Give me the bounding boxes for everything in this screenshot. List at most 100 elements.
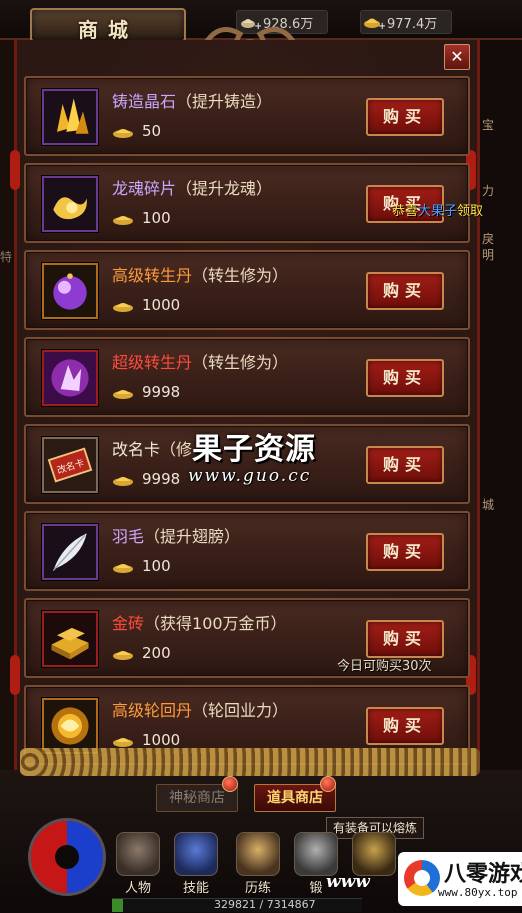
armor-icon xyxy=(236,832,280,876)
exp-text: 329821 / 7314867 xyxy=(214,898,316,911)
menu-label: 技能 xyxy=(182,881,209,896)
exp-bar-fill xyxy=(112,899,124,912)
buy-button[interactable]: 购买 xyxy=(366,620,444,658)
buy-button[interactable]: 购买 xyxy=(366,446,444,484)
item-price-value: 9998 xyxy=(142,470,181,488)
gold-ingot-icon xyxy=(112,472,134,486)
shop-item: 高级转生丹（转生修为） 1000 购买 xyxy=(24,250,470,330)
shop-item: 铸造晶石（提升铸造） 50 购买 xyxy=(24,76,470,156)
gold-ingot-icon xyxy=(112,385,134,399)
close-button[interactable]: ✕ xyxy=(444,44,470,70)
item-icon-frame xyxy=(42,611,98,667)
item-name: 超级转生丹（转生修为） xyxy=(112,353,289,372)
item-price: 100 xyxy=(112,557,171,575)
site-logo-icon xyxy=(404,860,440,896)
gold-ingot-icon xyxy=(112,124,134,138)
item-price: 200 xyxy=(112,644,171,662)
daily-limit-text: 今日可购买30次 xyxy=(337,659,432,674)
item-price-value: 100 xyxy=(142,557,171,575)
buy-button[interactable]: 购买 xyxy=(366,533,444,571)
gold-ingot-icon xyxy=(112,733,134,747)
item-price-value: 9998 xyxy=(142,383,181,401)
item-icon-frame xyxy=(42,263,98,319)
left-ornament xyxy=(10,150,20,190)
gold-balance-value: 977.4万 xyxy=(387,16,438,32)
item-icon-frame xyxy=(42,698,98,754)
skill-book-icon xyxy=(174,832,218,876)
menu-label: 历练 xyxy=(244,881,271,896)
item-name: 铸造晶石（提升铸造） xyxy=(112,92,273,111)
site-logo-url: www.80yx.top xyxy=(438,886,518,899)
gold-balance: + 977.4万 xyxy=(360,10,452,34)
right-edge-tag: 城 xyxy=(482,498,495,512)
item-icon-frame xyxy=(42,524,98,580)
purple-orb-icon xyxy=(53,273,87,310)
right-edge-panel: 宝 力 戾 明 城 xyxy=(480,40,522,780)
shop-title-plate: 商城 xyxy=(30,8,186,42)
watermark-title: 果子资源 xyxy=(192,432,316,467)
character-icon xyxy=(116,832,160,876)
menu-skills[interactable]: 技能 xyxy=(170,832,222,896)
shop-item: 超级转生丹（转生修为） 9998 购买 xyxy=(24,337,470,417)
taiji-orb-icon[interactable] xyxy=(28,818,106,896)
item-price: 100 xyxy=(112,209,171,227)
item-price-value: 200 xyxy=(142,644,171,662)
gold-ingot-icon xyxy=(112,298,134,312)
item-price: 9998 xyxy=(112,470,180,488)
gold-ingot-icon xyxy=(112,211,134,225)
golden-orb-icon xyxy=(51,707,89,745)
item-price-value: 100 xyxy=(142,209,171,227)
item-price-value: 50 xyxy=(142,122,162,140)
menu-label: 人物 xyxy=(124,881,151,896)
buy-button[interactable]: 购买 xyxy=(366,98,444,136)
item-name: 高级转生丹（转生修为） xyxy=(112,266,289,285)
site-logo-name: 八零游戏 xyxy=(444,862,522,887)
item-icon-frame xyxy=(42,176,98,232)
right-edge-tag: 力 xyxy=(482,184,495,198)
magic-creature-icon xyxy=(44,352,96,404)
feather-icon xyxy=(52,533,87,572)
gold-coin-rim xyxy=(20,748,480,776)
buy-button[interactable]: 购买 xyxy=(366,707,444,745)
bottom-watermark: www xyxy=(326,872,370,892)
shop-item: 羽毛（提升翅膀） 100 购买 xyxy=(24,511,470,591)
right-edge-tag: 戾 xyxy=(482,232,495,246)
right-edge-tag: 明 xyxy=(482,248,495,262)
helmet-icon xyxy=(352,832,396,876)
menu-character[interactable]: 人物 xyxy=(112,832,164,896)
rename-card-icon: 改名卡 xyxy=(47,447,93,483)
notification-dot-icon xyxy=(222,776,238,792)
item-name: 羽毛（提升翅膀） xyxy=(112,527,241,546)
item-name: 改名卡（修 xyxy=(112,440,193,459)
item-icon-frame xyxy=(42,350,98,406)
item-price-value: 1000 xyxy=(142,296,181,314)
svg-text:+: + xyxy=(378,21,385,31)
item-name: 金砖（获得100万金币） xyxy=(112,614,287,633)
buy-button[interactable]: 购买 xyxy=(366,359,444,397)
item-price-value: 1000 xyxy=(142,731,181,749)
item-price: 1000 xyxy=(112,731,180,749)
forge-icon xyxy=(294,832,338,876)
menu-training[interactable]: 历练 xyxy=(232,832,284,896)
notification-dot-icon xyxy=(320,776,336,792)
gold-ingot-add-icon[interactable]: + xyxy=(363,13,386,32)
item-name: 龙魂碎片（提升龙魂） xyxy=(112,179,273,198)
left-ornament xyxy=(10,655,20,695)
item-icon-frame: 改名卡 xyxy=(42,437,98,493)
watermark-url: www.guo.cc xyxy=(188,466,312,486)
broadcast-notice: 恭喜大果子领取 xyxy=(392,204,484,219)
gold-brick-icon xyxy=(51,627,89,660)
page-title: 商城 xyxy=(78,18,138,42)
right-edge-tag: 宝 xyxy=(482,118,495,132)
item-icon-frame xyxy=(42,89,98,145)
gold-ingot-icon xyxy=(112,559,134,573)
left-edge-tag: 特 xyxy=(0,250,13,264)
dragon-soul-icon xyxy=(53,197,87,220)
crystal-icon xyxy=(57,98,89,134)
site-logo: 八零游戏 www.80yx.top xyxy=(398,852,522,906)
item-name: 高级轮回丹（轮回业力） xyxy=(112,701,289,720)
buy-button[interactable]: 购买 xyxy=(366,272,444,310)
gold-ingot-icon xyxy=(112,646,134,660)
item-price: 1000 xyxy=(112,296,180,314)
item-price: 9998 xyxy=(112,383,180,401)
